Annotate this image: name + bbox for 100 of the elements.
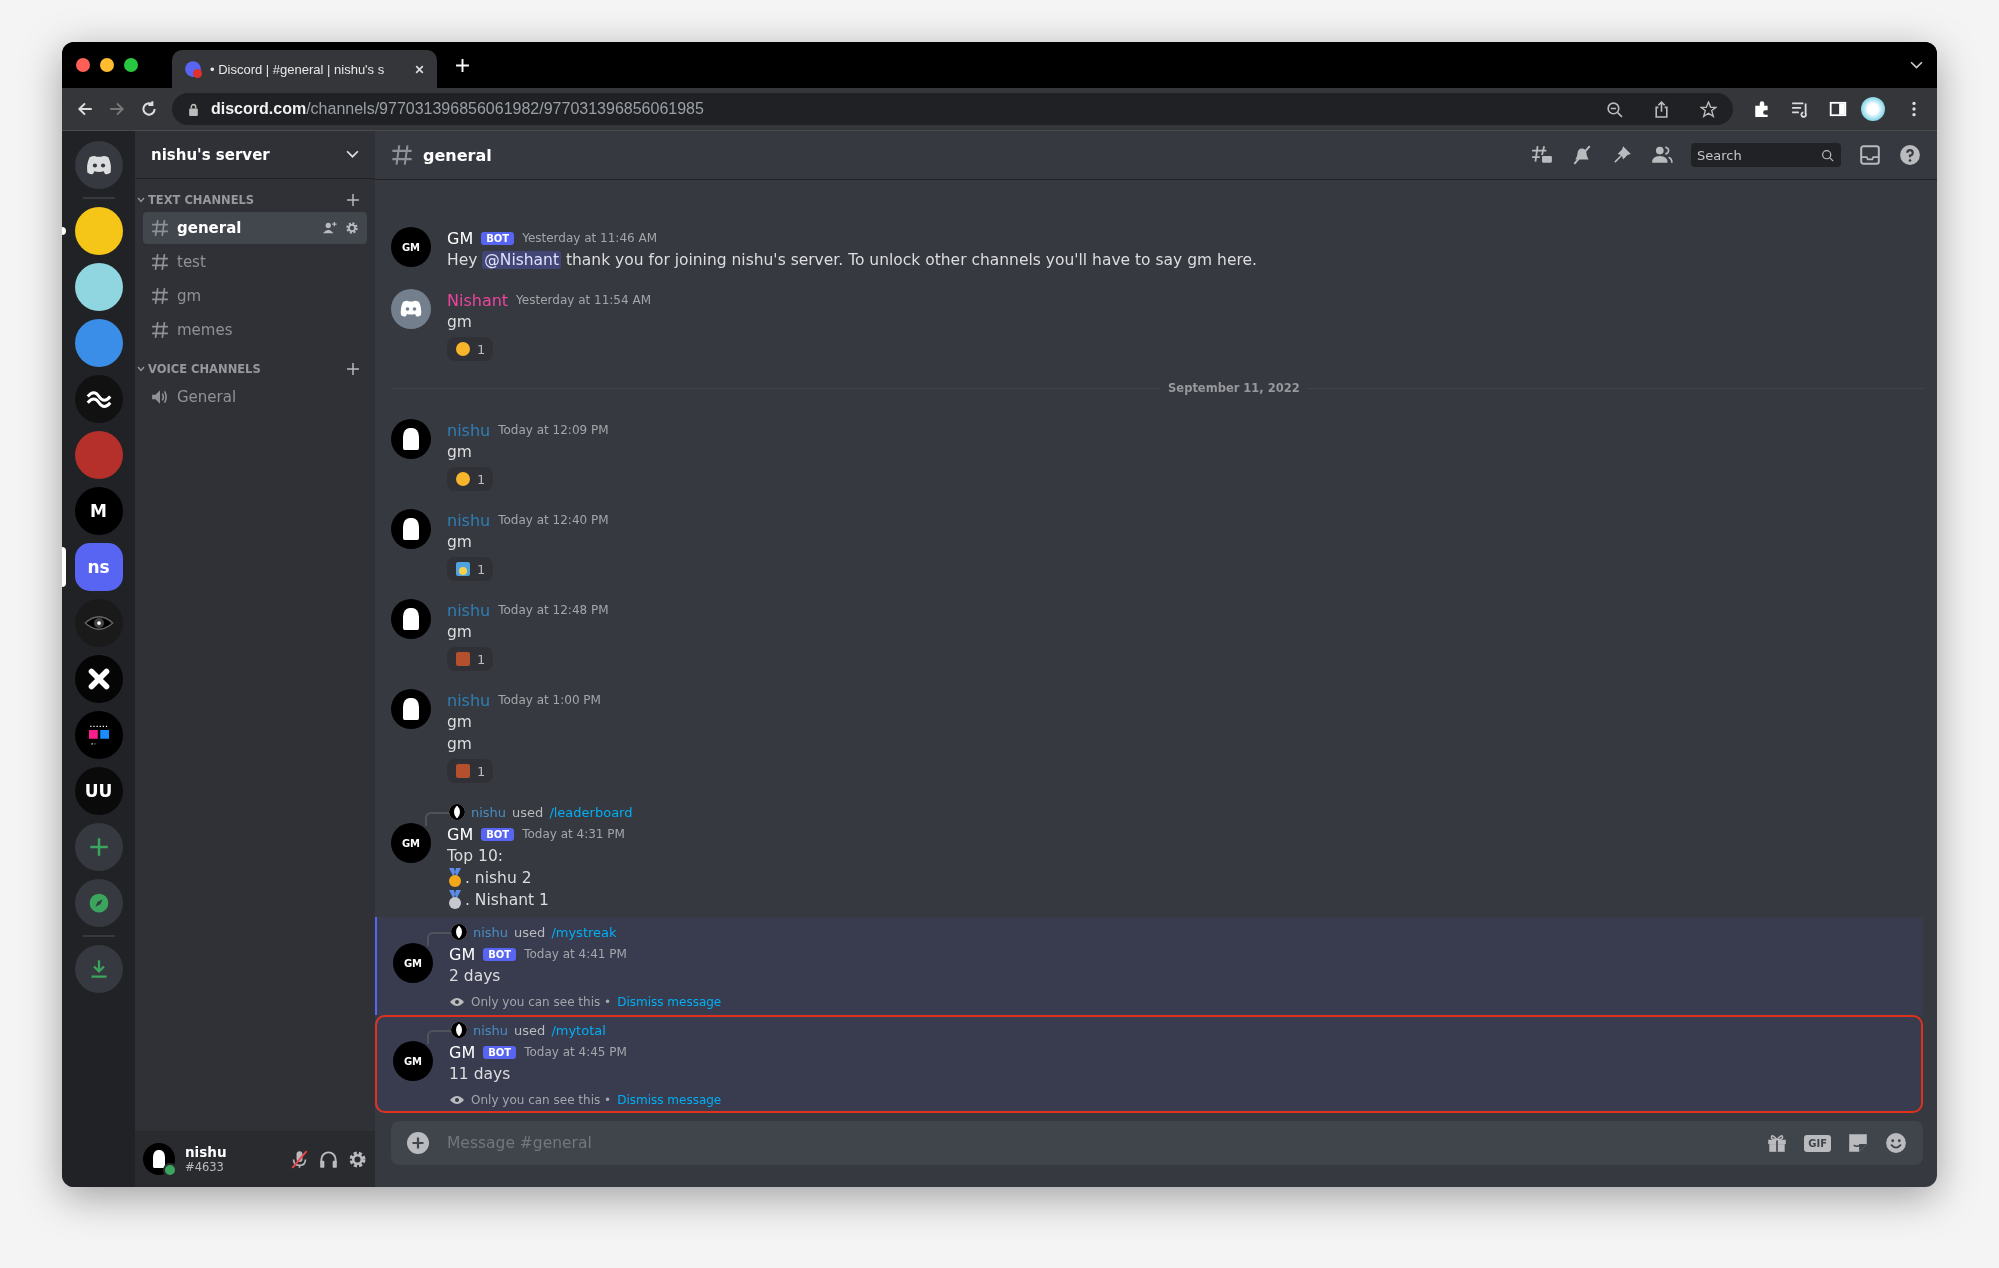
server-icon[interactable]: ns xyxy=(74,543,123,591)
server-icon[interactable] xyxy=(74,263,123,311)
server-header[interactable]: nishu's server xyxy=(135,131,375,179)
close-tab-icon[interactable] xyxy=(414,63,425,75)
reaction-button[interactable]: 1 xyxy=(447,557,494,581)
dismiss-message-link[interactable]: Dismiss message xyxy=(617,1093,722,1107)
reaction-button[interactable]: 1 xyxy=(447,337,494,361)
author-name[interactable]: GM xyxy=(447,228,474,248)
help-icon[interactable] xyxy=(1899,144,1921,166)
reaction-button[interactable]: 1 xyxy=(447,647,494,671)
ephemeral-notice: Only you can see this • xyxy=(471,995,612,1009)
reaction-button[interactable]: 1 xyxy=(447,759,494,783)
server-icon[interactable] xyxy=(74,207,123,255)
threads-icon[interactable] xyxy=(1531,144,1553,166)
user-avatar[interactable] xyxy=(391,419,431,459)
gift-icon[interactable] xyxy=(1766,1132,1789,1154)
home-button[interactable] xyxy=(74,141,123,189)
forward-icon[interactable] xyxy=(108,100,126,118)
pin-icon[interactable] xyxy=(1611,144,1633,166)
members-icon[interactable] xyxy=(1651,144,1673,166)
media-list-icon[interactable] xyxy=(1791,100,1809,118)
sticker-icon[interactable] xyxy=(1847,1132,1869,1154)
hashtag-icon xyxy=(391,144,413,166)
caret-icon xyxy=(137,196,145,204)
user-avatar[interactable] xyxy=(391,509,431,549)
author-name[interactable]: nishu xyxy=(447,420,491,440)
explore-button[interactable] xyxy=(74,879,123,927)
emoji-icon[interactable] xyxy=(1885,1132,1907,1154)
search-field[interactable]: Search xyxy=(1691,143,1841,167)
author-name[interactable]: GM xyxy=(449,944,476,964)
timestamp: Today at 4:45 PM xyxy=(524,1045,627,1059)
author-name[interactable]: nishu xyxy=(447,510,491,530)
dismiss-message-link[interactable]: Dismiss message xyxy=(617,995,722,1009)
server-icon[interactable] xyxy=(74,711,123,759)
settings-icon[interactable] xyxy=(345,221,359,235)
browser-tab[interactable]: • Discord | #general | nishu's s xyxy=(172,50,437,88)
message-text: gm xyxy=(447,734,472,755)
command-link[interactable]: /mystreak xyxy=(551,924,617,940)
author-name[interactable]: GM xyxy=(449,1042,476,1062)
user-avatar[interactable] xyxy=(391,289,431,329)
reaction-button[interactable]: 1 xyxy=(447,467,494,491)
user-avatar[interactable] xyxy=(391,689,431,729)
bot-avatar[interactable]: GM xyxy=(393,1041,433,1081)
close-window-button[interactable] xyxy=(76,58,90,72)
side-panel-icon[interactable] xyxy=(1829,100,1847,118)
bot-tag: BOT xyxy=(481,827,515,841)
gif-button[interactable]: GIF xyxy=(1804,1134,1831,1152)
share-icon[interactable] xyxy=(1653,100,1670,118)
bot-avatar[interactable]: GM xyxy=(393,943,433,983)
server-icon[interactable] xyxy=(74,655,123,703)
channel-item[interactable]: test xyxy=(143,246,367,278)
headphones-icon[interactable] xyxy=(319,1149,338,1169)
author-name[interactable]: Nishant xyxy=(447,290,509,310)
channel-item[interactable]: memes xyxy=(143,314,367,346)
category-header[interactable]: VOICE CHANNELS xyxy=(137,362,347,376)
channel-item[interactable]: gm xyxy=(143,280,367,312)
command-link[interactable]: /leaderboard xyxy=(549,804,633,820)
add-server-button[interactable] xyxy=(74,823,123,871)
server-icon[interactable]: UU xyxy=(74,767,123,815)
user-mention[interactable]: @Nishant xyxy=(482,251,561,269)
microphone-icon[interactable] xyxy=(290,1149,309,1169)
bot-avatar[interactable]: GM xyxy=(391,227,431,267)
star-icon[interactable] xyxy=(1700,100,1717,118)
server-icon[interactable] xyxy=(74,375,123,423)
maximize-window-button[interactable] xyxy=(124,58,138,72)
invite-user-icon[interactable] xyxy=(323,221,337,235)
discord-favicon-icon xyxy=(184,60,202,78)
chevron-down-icon[interactable] xyxy=(1910,60,1923,70)
server-icon[interactable]: M xyxy=(74,487,123,535)
message-text: Hey @Nishant thank you for joining nishu's server. To unlock other channels you'll have to say gm here. xyxy=(447,250,1258,271)
inbox-icon[interactable] xyxy=(1859,144,1881,166)
command-user[interactable]: nishu xyxy=(471,804,507,820)
reload-icon[interactable] xyxy=(140,100,158,118)
profile-avatar[interactable] xyxy=(1861,97,1885,121)
muted-bell-icon[interactable] xyxy=(1571,144,1593,166)
category-header[interactable]: TEXT CHANNELS xyxy=(137,193,347,207)
settings-icon[interactable] xyxy=(348,1149,367,1169)
create-channel-icon[interactable] xyxy=(347,363,359,375)
channel-item[interactable]: general xyxy=(143,212,367,244)
address-bar[interactable]: discord.com/channels/977031396856061982/977031396856061985 xyxy=(172,93,1733,125)
user-avatar[interactable] xyxy=(143,1143,175,1175)
zoom-out-icon[interactable] xyxy=(1606,100,1623,118)
user-avatar[interactable] xyxy=(391,599,431,639)
channel-item[interactable]: General xyxy=(143,381,367,413)
author-name[interactable]: GM xyxy=(447,824,474,844)
new-tab-icon[interactable] xyxy=(455,57,470,73)
back-icon[interactable] xyxy=(76,100,94,118)
author-name[interactable]: nishu xyxy=(447,600,491,620)
author-name[interactable]: nishu xyxy=(447,690,491,710)
command-user[interactable]: nishu xyxy=(473,1022,509,1038)
bot-tag: BOT xyxy=(483,947,517,961)
timestamp: Today at 4:31 PM xyxy=(522,827,625,841)
command-user[interactable]: nishu xyxy=(473,924,509,940)
bot-avatar[interactable]: GM xyxy=(391,823,431,863)
add-attachment-icon[interactable] xyxy=(407,1132,429,1154)
puzzle-piece-icon[interactable] xyxy=(1753,100,1771,118)
create-channel-icon[interactable] xyxy=(347,194,359,206)
download-button[interactable] xyxy=(74,945,123,993)
command-link[interactable]: /mytotal xyxy=(551,1022,606,1038)
minimize-window-button[interactable] xyxy=(100,58,114,72)
